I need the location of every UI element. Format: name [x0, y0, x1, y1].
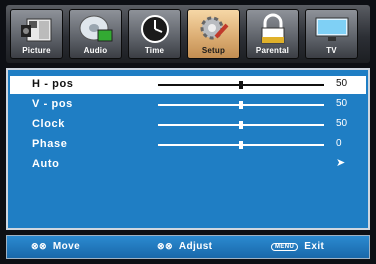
picture-icon — [20, 18, 51, 42]
left-right-arrows-icon: ⊗⊗ — [157, 241, 173, 251]
clock-slider[interactable] — [158, 121, 324, 129]
tv-icon — [315, 17, 348, 41]
setting-row-clock[interactable]: Clock 50 — [10, 116, 366, 134]
menu-key-icon: MENU — [271, 243, 299, 251]
tab-label: Audio — [83, 46, 108, 55]
setting-value: 0 — [336, 138, 342, 149]
adjust-hint: ⊗⊗ Adjust — [157, 241, 212, 252]
setting-row-v-pos[interactable]: V - pos 50 — [10, 96, 366, 114]
exit-label: Exit — [304, 241, 325, 252]
setting-label: H - pos — [32, 78, 74, 90]
setting-label: Auto — [32, 158, 60, 170]
setting-label: Phase — [32, 138, 68, 150]
exit-hint: MENU Exit — [271, 241, 324, 252]
tab-label: Setup — [201, 46, 226, 55]
tab-bar: Picture Audio Time Setup Parental TV — [6, 5, 370, 63]
setting-label: V - pos — [32, 98, 73, 110]
v-pos-slider[interactable] — [158, 101, 324, 109]
lock-icon — [261, 13, 284, 44]
tab-parental[interactable]: Parental — [246, 9, 299, 59]
setting-value: 50 — [336, 118, 348, 129]
setup-icon — [200, 16, 228, 40]
help-footer: ⊗⊗ Move ⊗⊗ Adjust MENU Exit — [6, 235, 370, 259]
phase-slider[interactable] — [158, 141, 324, 149]
slider-knob[interactable] — [239, 81, 243, 89]
tab-picture[interactable]: Picture — [10, 9, 63, 59]
arrow-right-icon[interactable]: ➤ — [336, 156, 345, 169]
setting-value: 50 — [336, 98, 348, 109]
tab-time[interactable]: Time — [128, 9, 181, 59]
move-hint: ⊗⊗ Move — [31, 241, 80, 252]
setup-panel: H - pos 50 V - pos 50 Clock 50 Phase 0 A… — [6, 68, 370, 230]
h-pos-slider[interactable] — [158, 81, 324, 89]
slider-knob[interactable] — [239, 101, 243, 109]
tab-label: Picture — [22, 46, 51, 55]
slider-knob[interactable] — [239, 141, 243, 149]
audio-icon — [79, 15, 112, 42]
adjust-label: Adjust — [178, 241, 213, 252]
up-down-arrows-icon: ⊗⊗ — [31, 241, 47, 251]
slider-knob[interactable] — [239, 121, 243, 129]
tab-setup[interactable]: Setup — [187, 9, 240, 59]
setting-row-auto[interactable]: Auto ➤ — [10, 156, 366, 174]
tab-label: Time — [144, 46, 165, 55]
setting-row-phase[interactable]: Phase 0 — [10, 136, 366, 154]
move-label: Move — [52, 241, 81, 252]
tab-label: TV — [326, 46, 337, 55]
tab-audio[interactable]: Audio — [69, 9, 122, 59]
tab-label: Parental — [255, 46, 290, 55]
tab-tv[interactable]: TV — [305, 9, 358, 59]
setting-row-h-pos[interactable]: H - pos 50 — [10, 76, 366, 94]
clock-icon — [140, 15, 169, 43]
setting-value: 50 — [336, 78, 348, 89]
setting-label: Clock — [32, 118, 65, 130]
